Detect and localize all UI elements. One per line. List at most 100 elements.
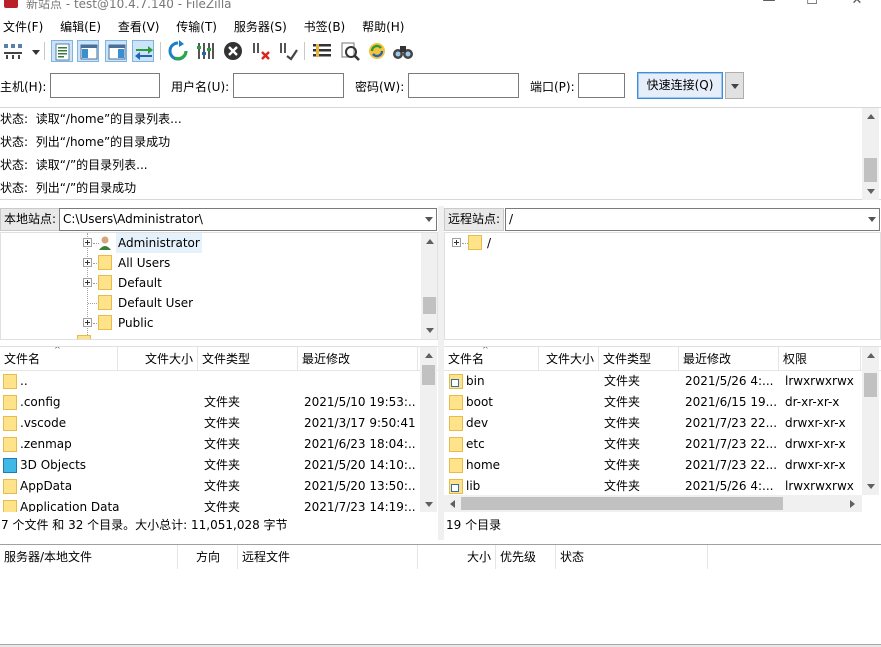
file-modified: 2021/7/23 14:19:... (304, 500, 416, 512)
column-server-local-file[interactable]: 服务器/本地文件 (0, 545, 178, 569)
scroll-down-icon[interactable] (862, 183, 879, 200)
quickconnect-dropdown-button[interactable] (725, 72, 744, 99)
table-row[interactable]: boot 文件夹 2021/6/15 19... dr-xr-xr-x (444, 392, 881, 413)
tree-node[interactable]: All Users (1, 253, 421, 273)
site-manager-icon[interactable] (2, 40, 24, 62)
scroll-up-icon[interactable] (862, 347, 879, 364)
close-icon[interactable]: ✕ (850, 0, 864, 8)
scroll-down-icon[interactable] (420, 496, 437, 512)
scroll-thumb[interactable] (422, 365, 435, 385)
minimize-icon[interactable]: — (762, 0, 776, 8)
menu-server[interactable]: 服务器(S) (234, 17, 287, 37)
password-input[interactable] (408, 73, 519, 98)
expand-icon[interactable] (83, 238, 92, 247)
table-row[interactable]: bin 文件夹 2021/5/26 4:... lrwxrwxrwx (444, 371, 881, 392)
scroll-down-icon[interactable] (862, 478, 879, 495)
table-row[interactable]: AppData 文件夹 2021/5/20 13:50:... (0, 476, 438, 497)
column-filesize[interactable]: 文件大小 (539, 347, 599, 371)
local-site-label: 本地站点: (0, 208, 61, 231)
remote-list-hscrollbar[interactable] (444, 495, 862, 512)
folder-icon (98, 315, 112, 330)
table-row[interactable]: Application Data 文件夹 2021/7/23 14:19:... (0, 497, 438, 512)
chevron-down-icon[interactable] (425, 217, 433, 222)
host-input[interactable] (50, 73, 160, 98)
scroll-up-icon[interactable] (420, 347, 437, 364)
search-files-icon[interactable] (392, 40, 414, 62)
local-path-combo[interactable]: C:\Users\Administrator\ (59, 208, 437, 231)
scroll-thumb[interactable] (864, 373, 877, 397)
cancel-operation-icon[interactable] (222, 40, 244, 62)
remote-file-list-header: 文件名 文件大小 文件类型 最近修改 权限 ^ (444, 347, 881, 371)
column-priority[interactable]: 优先级 (496, 545, 556, 569)
column-filesize[interactable]: 文件大小 (118, 347, 198, 371)
column-size[interactable]: 大小 (418, 545, 496, 569)
expand-icon[interactable] (83, 258, 92, 267)
scroll-left-icon[interactable] (444, 495, 461, 512)
column-filetype[interactable]: 文件类型 (599, 347, 679, 371)
toggle-message-log-icon[interactable] (51, 40, 73, 62)
tree-node[interactable]: Default (1, 273, 421, 293)
menu-file[interactable]: 文件(F) (3, 17, 43, 37)
scroll-thumb[interactable] (423, 297, 436, 314)
table-row[interactable]: 3D Objects 文件夹 2021/5/20 14:10:... (0, 455, 438, 476)
table-row[interactable]: .vscode 文件夹 2021/3/17 9:50:41 (0, 413, 438, 434)
chevron-down-icon[interactable] (868, 217, 876, 222)
log-scrollbar[interactable] (862, 108, 879, 200)
table-row[interactable]: .. (0, 371, 438, 392)
column-status[interactable]: 状态 (556, 545, 708, 569)
column-modified[interactable]: 最近修改 (679, 347, 779, 371)
tree-node[interactable]: Administrator (1, 233, 421, 253)
menu-view[interactable]: 查看(V) (118, 17, 160, 37)
table-row[interactable]: dev 文件夹 2021/7/23 22... drwxr-xr-x (444, 413, 881, 434)
menu-edit[interactable]: 编辑(E) (60, 17, 101, 37)
table-row[interactable]: etc 文件夹 2021/7/23 22... drwxr-xr-x (444, 434, 881, 455)
scroll-thumb[interactable] (461, 497, 783, 510)
table-row[interactable]: lib 文件夹 2021/5/26 4:... lrwxrwxrwx (444, 476, 881, 497)
scroll-down-icon[interactable] (421, 322, 437, 339)
remote-path-combo[interactable]: / (505, 208, 880, 231)
scroll-right-icon[interactable] (844, 495, 861, 512)
scroll-thumb[interactable] (864, 158, 877, 182)
local-tree-scrollbar[interactable] (421, 233, 437, 339)
column-direction[interactable]: 方向 (178, 545, 238, 569)
pane-splitter[interactable] (438, 206, 444, 540)
menu-transfer[interactable]: 传输(T) (176, 17, 217, 37)
directory-filter-icon[interactable] (311, 40, 333, 62)
port-input[interactable] (578, 73, 625, 98)
expand-icon[interactable] (83, 278, 92, 287)
disconnect-icon[interactable] (250, 40, 272, 62)
scroll-up-icon[interactable] (862, 108, 879, 125)
column-modified[interactable]: 最近修改 (298, 347, 418, 371)
expand-icon[interactable] (83, 318, 92, 327)
table-row[interactable]: .config 文件夹 2021/5/10 19:53:... (0, 392, 438, 413)
table-row[interactable]: home 文件夹 2021/7/23 22... drwxr-xr-x (444, 455, 881, 476)
column-remote-file[interactable]: 远程文件 (238, 545, 418, 569)
tree-node[interactable]: / (445, 233, 865, 253)
toggle-remote-tree-icon[interactable] (105, 40, 127, 62)
quickconnect-button[interactable]: 快速连接(Q) (637, 72, 723, 99)
menu-help[interactable]: 帮助(H) (362, 17, 404, 37)
table-row[interactable]: .zenmap 文件夹 2021/6/23 18:04:... (0, 434, 438, 455)
column-filename[interactable]: 文件名 (444, 347, 539, 371)
scroll-up-icon[interactable] (421, 233, 437, 250)
reconnect-icon[interactable] (277, 40, 299, 62)
maximize-icon[interactable]: ☐ (805, 0, 819, 8)
expand-icon[interactable] (452, 238, 461, 247)
dir-compare-icon[interactable] (339, 40, 361, 62)
tree-node[interactable]: Public (1, 313, 421, 333)
sync-browse-icon[interactable] (366, 40, 388, 62)
refresh-icon[interactable] (167, 40, 189, 62)
column-filetype[interactable]: 文件类型 (198, 347, 298, 371)
remote-list-scrollbar[interactable] (862, 347, 879, 495)
log-key: 状态: (0, 181, 29, 195)
local-file-list-header: 文件名 文件大小 文件类型 最近修改 ^ (0, 347, 438, 371)
username-input[interactable] (233, 73, 344, 98)
dropdown-arrow-icon[interactable] (25, 40, 40, 62)
column-permissions[interactable]: 权限 (779, 347, 861, 371)
menu-bookmarks[interactable]: 书签(B) (304, 17, 346, 37)
toggle-local-tree-icon[interactable] (77, 40, 99, 62)
process-queue-icon[interactable] (195, 40, 217, 62)
local-list-scrollbar[interactable] (420, 347, 437, 512)
toggle-transfer-queue-icon[interactable] (132, 40, 154, 62)
tree-node[interactable]: Default User (1, 293, 421, 313)
